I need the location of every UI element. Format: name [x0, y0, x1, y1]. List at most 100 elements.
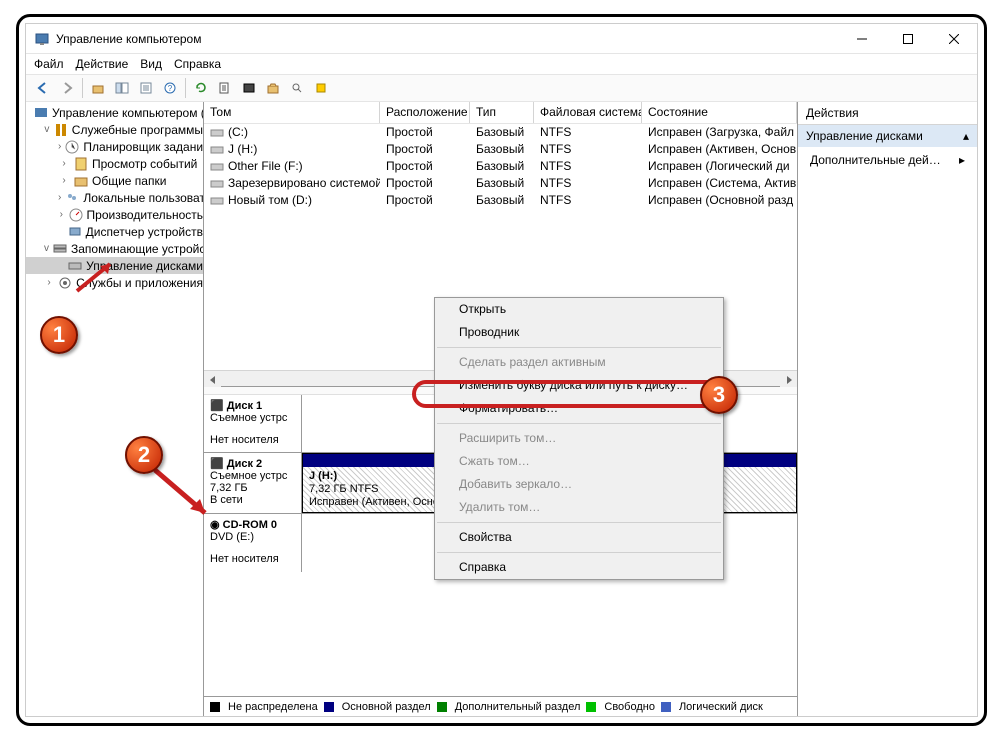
volume-icon — [210, 127, 224, 139]
properties-icon[interactable] — [135, 77, 157, 99]
expand-icon[interactable]: › — [58, 192, 61, 203]
volume-type: Базовый — [470, 175, 534, 192]
disk-icon: ⬛ — [210, 400, 227, 412]
tree-event-viewer[interactable]: › Просмотр событий — [26, 155, 203, 172]
expand-icon[interactable]: › — [58, 209, 65, 220]
volume-row[interactable]: J (H:)ПростойБазовыйNTFSИсправен (Активе… — [204, 141, 797, 158]
menu-file[interactable]: Файл — [34, 57, 64, 71]
context-menu: Открыть Проводник Сделать раздел активны… — [434, 297, 724, 580]
disk-type: Съемное устрс — [210, 470, 295, 482]
volume-status: Исправен (Логический ди — [642, 158, 797, 175]
volume-layout: Простой — [380, 175, 470, 192]
scroll-right-icon[interactable] — [780, 371, 797, 388]
volume-fs: NTFS — [534, 175, 642, 192]
maximize-button[interactable] — [885, 24, 931, 54]
tree-disk-management[interactable]: Управление дисками — [26, 257, 203, 274]
ctx-separator — [437, 522, 721, 523]
tree-system-tools[interactable]: v Служебные программы — [26, 121, 203, 138]
export-list-icon[interactable] — [214, 77, 236, 99]
volume-type: Базовый — [470, 158, 534, 175]
volume-name: Зарезервировано системой — [228, 176, 380, 190]
volume-icon — [210, 178, 224, 190]
col-type[interactable]: Тип — [470, 102, 534, 123]
actions-more[interactable]: Дополнительные дей…▸ — [798, 147, 977, 173]
volume-row[interactable]: Other File (F:)ПростойБазовыйNTFSИсправе… — [204, 158, 797, 175]
volume-name: Other File (F:) — [228, 159, 303, 173]
tree-label: Служебные программы — [72, 123, 203, 137]
tree-label: Общие папки — [92, 174, 166, 188]
volume-status: Исправен (Загрузка, Файл — [642, 124, 797, 141]
menu-action[interactable]: Действие — [76, 57, 129, 71]
collapse-icon[interactable]: v — [44, 124, 50, 135]
ctx-make-active: Сделать раздел активным — [435, 351, 723, 374]
volume-type: Базовый — [470, 141, 534, 158]
col-fs[interactable]: Файловая система — [534, 102, 642, 123]
ctx-format[interactable]: Форматировать… — [435, 397, 723, 420]
refresh-icon[interactable] — [190, 77, 212, 99]
up-icon[interactable] — [87, 77, 109, 99]
ctx-shrink: Сжать том… — [435, 450, 723, 473]
expand-icon[interactable]: › — [58, 158, 70, 169]
disk-icon: ⬛ — [210, 458, 227, 470]
actions-subheader[interactable]: Управление дисками▴ — [798, 125, 977, 147]
disk-type: DVD (E:) — [210, 531, 295, 543]
tree-shared-folders[interactable]: › Общие папки — [26, 172, 203, 189]
volume-layout: Простой — [380, 158, 470, 175]
volume-fs: NTFS — [534, 192, 642, 209]
ctx-open[interactable]: Открыть — [435, 298, 723, 321]
scroll-left-icon[interactable] — [204, 371, 221, 388]
volume-list-header: Том Расположение Тип Файловая система Со… — [204, 102, 797, 124]
toolbar-sep — [185, 78, 186, 98]
tree-local-users[interactable]: ›Локальные пользовате — [26, 189, 203, 206]
help-icon[interactable]: ? — [159, 77, 181, 99]
tree-storage[interactable]: vЗапоминающие устройст — [26, 240, 203, 257]
tree-device-manager[interactable]: Диспетчер устройств — [26, 223, 203, 240]
collapse-icon[interactable]: v — [44, 243, 49, 254]
ctx-explorer[interactable]: Проводник — [435, 321, 723, 344]
legend-label: Не распределена — [228, 701, 318, 713]
disk-info: ⬛ Диск 2 Съемное устрс 7,32 ГБ В сети — [204, 453, 302, 513]
volume-layout: Простой — [380, 141, 470, 158]
ctx-change-letter[interactable]: Изменить букву диска или путь к диску… — [435, 374, 723, 397]
minimize-button[interactable] — [839, 24, 885, 54]
legend-swatch — [210, 702, 220, 712]
ctx-help[interactable]: Справка — [435, 556, 723, 579]
col-volume[interactable]: Том — [204, 102, 380, 123]
volume-row[interactable]: (C:)ПростойБазовыйNTFSИсправен (Загрузка… — [204, 124, 797, 141]
show-hide-icon[interactable] — [111, 77, 133, 99]
legend-swatch — [661, 702, 671, 712]
volume-row[interactable]: Новый том (D:)ПростойБазовыйNTFSИсправен… — [204, 192, 797, 209]
ctx-properties[interactable]: Свойства — [435, 526, 723, 549]
action-icon[interactable] — [310, 77, 332, 99]
close-button[interactable] — [931, 24, 977, 54]
col-layout[interactable]: Расположение — [380, 102, 470, 123]
tree-root[interactable]: Управление компьютером (л — [26, 104, 203, 121]
collapse-icon[interactable]: ▴ — [963, 129, 969, 143]
open-icon[interactable] — [262, 77, 284, 99]
tree-services-apps[interactable]: ›Службы и приложения — [26, 274, 203, 291]
tutorial-badge-2: 2 — [125, 436, 163, 474]
volume-row[interactable]: Зарезервировано системойПростойБазовыйNT… — [204, 175, 797, 192]
disk-info: ⬛ Диск 1 Съемное устрс Нет носителя — [204, 395, 302, 452]
menu-help[interactable]: Справка — [174, 57, 221, 71]
menu-view[interactable]: Вид — [140, 57, 162, 71]
legend-label: Логический диск — [679, 701, 763, 713]
forward-icon[interactable] — [56, 77, 78, 99]
tutorial-badge-3: 3 — [700, 376, 738, 414]
tree-performance[interactable]: ›Производительность — [26, 206, 203, 223]
back-icon[interactable] — [32, 77, 54, 99]
disk-size: 7,32 ГБ — [210, 482, 295, 494]
search-icon[interactable] — [286, 77, 308, 99]
expand-icon[interactable]: › — [58, 175, 70, 186]
disk-info: ◉ CD-ROM 0 DVD (E:) Нет носителя — [204, 514, 302, 572]
navigation-tree[interactable]: Управление компьютером (л v Служебные про… — [26, 102, 204, 716]
tree-task-scheduler[interactable]: ›Планировщик заданий — [26, 138, 203, 155]
legend-label: Дополнительный раздел — [455, 701, 581, 713]
settings-icon[interactable] — [238, 77, 260, 99]
legend-label: Свободно — [604, 701, 655, 713]
expand-icon[interactable]: › — [58, 141, 61, 152]
col-status[interactable]: Состояние — [642, 102, 797, 123]
disk-state: В сети — [210, 494, 295, 506]
expand-icon[interactable]: › — [44, 277, 54, 288]
tree-label: Просмотр событий — [92, 157, 197, 171]
